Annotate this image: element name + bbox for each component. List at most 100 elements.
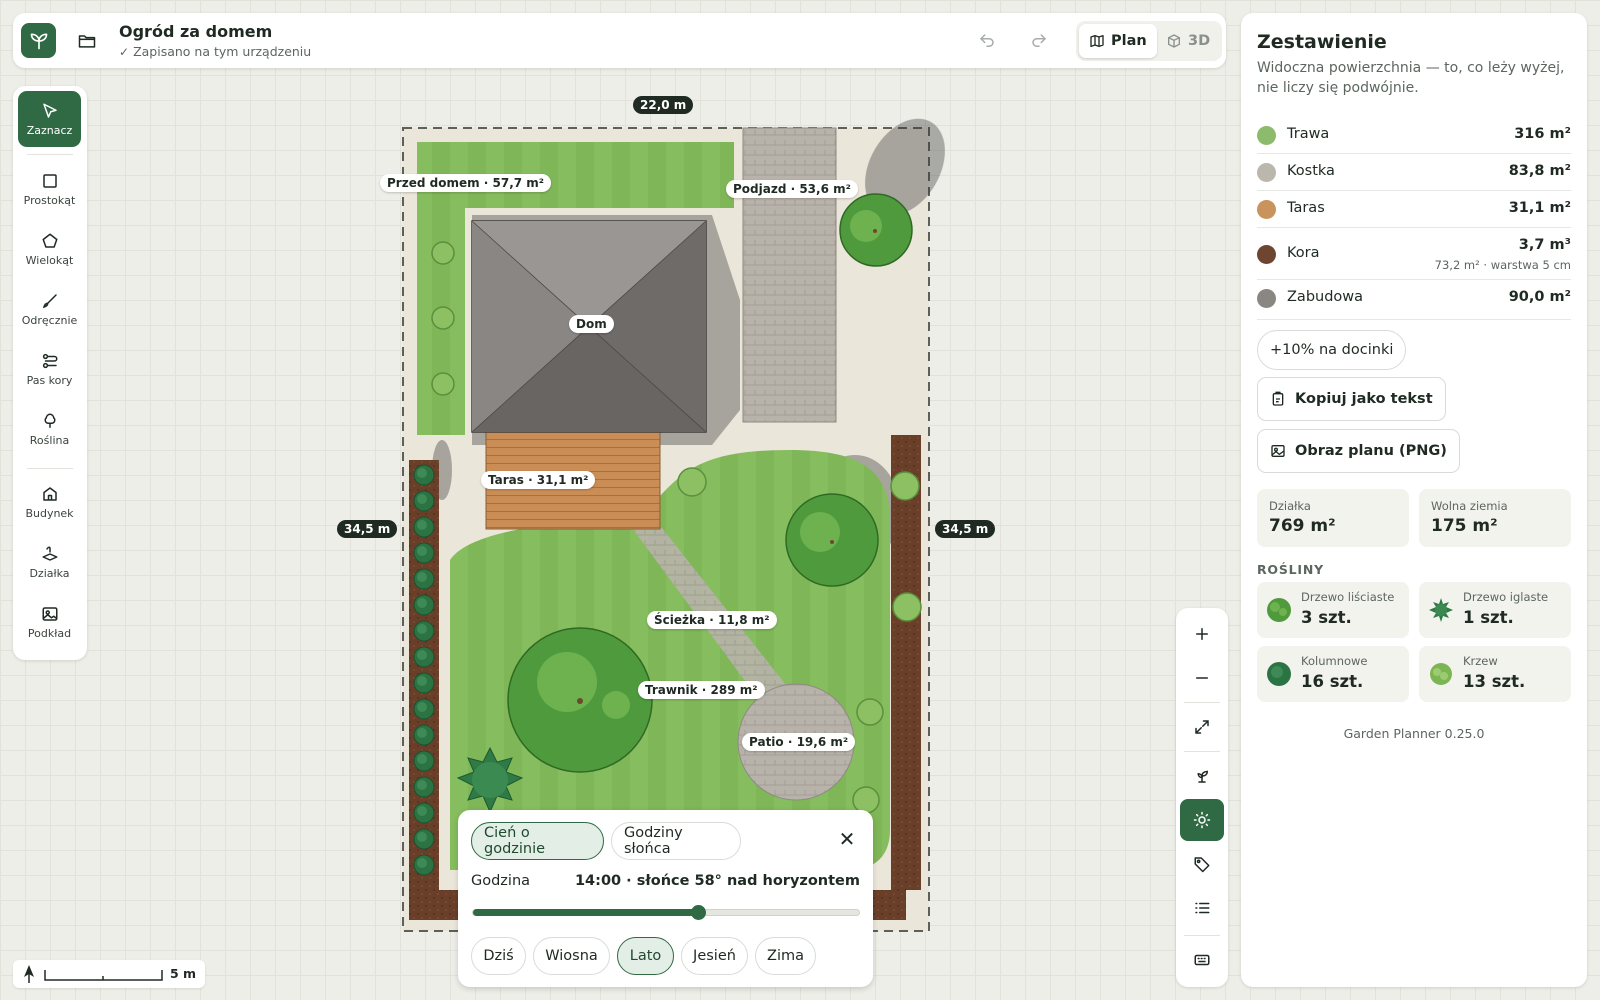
brush-icon: [42, 293, 57, 308]
sun-shadow-button[interactable]: [1180, 799, 1224, 841]
stat-free-soil: Wolna ziemia 175 m²: [1419, 489, 1571, 547]
fit-view-button[interactable]: [1180, 706, 1224, 748]
plant-growth-button[interactable]: [1180, 755, 1224, 797]
redo-button[interactable]: [1023, 25, 1055, 57]
columnar-tree-highlight: [417, 546, 427, 556]
deciduous-tree[interactable]: [839, 193, 913, 267]
cube-icon: [1168, 34, 1180, 48]
zoom-in-button[interactable]: [1180, 613, 1224, 655]
zoom-out-button[interactable]: [1180, 657, 1224, 699]
driveway[interactable]: [742, 127, 837, 423]
columnar-tree-highlight: [417, 598, 427, 608]
image-icon: [42, 606, 57, 621]
preset-summer[interactable]: Lato: [617, 937, 674, 975]
redo-icon: [1032, 34, 1047, 47]
tool-label: Pas kory: [26, 373, 73, 387]
material-row-terrace: Taras 31,1 m²: [1257, 191, 1571, 228]
label-house[interactable]: Dom: [569, 315, 614, 333]
hour-slider-thumb[interactable]: [691, 905, 707, 920]
tool-palette: Zaznacz Prostokąt Wielokąt Odręcznie Pas…: [13, 86, 87, 660]
shrub[interactable]: [431, 306, 455, 330]
material-name: Kostka: [1287, 163, 1335, 179]
label-patio[interactable]: Patio · 19,6 m²: [742, 733, 856, 751]
plant-count: 3 szt.: [1301, 608, 1352, 627]
clipboard-icon: [1272, 391, 1284, 406]
close-panel-button[interactable]: ✕: [832, 824, 862, 854]
layers-list-button[interactable]: [1180, 887, 1224, 929]
label-front-lawn[interactable]: Przed domem · 57,7 m²: [380, 174, 552, 192]
sun-shadow-panel: Cień o godzinie Godziny słońca ✕ Godzina…: [458, 810, 873, 987]
shrub[interactable]: [431, 372, 455, 396]
preset-winter[interactable]: Zima: [755, 937, 816, 975]
plants-heading: ROŚLINY: [1257, 562, 1324, 577]
preset-today[interactable]: Dziś: [471, 937, 526, 975]
close-icon: ✕: [838, 827, 856, 851]
plus-icon: [1196, 628, 1208, 640]
preset-autumn[interactable]: Jesień: [681, 937, 748, 975]
plant-card-shrub: Krzew 13 szt.: [1419, 646, 1571, 702]
material-name: Zabudowa: [1287, 289, 1364, 305]
preset-spring[interactable]: Wiosna: [533, 937, 610, 975]
tool-plot[interactable]: Działka: [18, 534, 81, 590]
plant-label: Krzew: [1463, 654, 1498, 668]
dimension-left: 34,5 m: [337, 520, 398, 538]
view-plan-button[interactable]: Plan: [1079, 24, 1157, 58]
summary-title: Zestawienie: [1257, 31, 1387, 53]
tree-icon: [44, 413, 55, 428]
project-title[interactable]: Ogród za domem: [119, 22, 272, 41]
path-icon: [42, 353, 57, 368]
tool-polygon[interactable]: Wielokąt: [18, 221, 81, 277]
tool-select[interactable]: Zaznacz: [18, 91, 81, 147]
material-name: Trawa: [1287, 126, 1330, 142]
summary-sidebar: Zestawienie Widoczna powierzchnia — to, …: [1241, 13, 1587, 987]
shrub[interactable]: [431, 241, 455, 265]
columnar-tree-highlight: [417, 780, 427, 790]
hour-label: Godzina: [471, 873, 531, 889]
label-driveway[interactable]: Podjazd · 53,6 m²: [726, 180, 858, 198]
material-note: 73,2 m² · warstwa 5 cm: [1434, 258, 1571, 272]
deciduous-tree[interactable]: [785, 493, 879, 587]
shrub[interactable]: [677, 467, 707, 497]
deciduous-tree[interactable]: [507, 627, 653, 773]
tool-plant[interactable]: Roślina: [18, 401, 81, 457]
expand-icon: [1195, 720, 1209, 734]
columnar-tree-highlight: [417, 806, 427, 816]
label-path[interactable]: Ścieżka · 11,8 m²: [647, 611, 777, 629]
label-terrace[interactable]: Taras · 31,1 m²: [481, 471, 596, 489]
tool-rectangle[interactable]: Prostokąt: [18, 161, 81, 217]
controls-divider: [1184, 751, 1220, 752]
tool-label: Roślina: [29, 433, 70, 447]
open-project-button[interactable]: [71, 25, 103, 57]
shrub[interactable]: [892, 592, 922, 622]
tool-underlay[interactable]: Podkład: [18, 594, 81, 650]
hour-value: 14:00 · słońce 58° nad horyzontem: [574, 873, 860, 889]
square-icon: [42, 173, 57, 188]
app-logo[interactable]: [21, 23, 56, 58]
labels-button[interactable]: [1180, 843, 1224, 885]
hour-slider[interactable]: [472, 905, 860, 920]
view-plan-label: Plan: [1111, 33, 1147, 49]
tool-label: Odręcznie: [21, 313, 78, 327]
tool-freehand[interactable]: Odręcznie: [18, 281, 81, 337]
waste-allowance-button[interactable]: +10% na docinki: [1257, 330, 1407, 370]
tool-building[interactable]: Budynek: [18, 474, 81, 530]
keyboard-shortcuts-button[interactable]: [1180, 939, 1224, 981]
shrub[interactable]: [890, 471, 920, 501]
stat-label: Działka: [1269, 499, 1311, 513]
material-row-paving: Kostka 83,8 m²: [1257, 154, 1571, 191]
copy-as-text-button[interactable]: Kopiuj jako tekst: [1257, 377, 1446, 421]
label-lawn[interactable]: Trawnik · 289 m²: [638, 681, 765, 699]
mode-shadow-at-hour[interactable]: Cień o godzinie: [471, 822, 604, 860]
material-name: Taras: [1287, 200, 1325, 216]
plant-label: Drzewo liściaste: [1301, 590, 1395, 604]
undo-button[interactable]: [971, 25, 1003, 57]
view-3d-button[interactable]: 3D: [1156, 24, 1220, 58]
controls-divider: [1184, 935, 1220, 936]
export-png-button[interactable]: Obraz planu (PNG): [1257, 429, 1460, 473]
toolbar-divider: [27, 154, 73, 155]
shrub[interactable]: [856, 698, 884, 726]
mode-sun-hours[interactable]: Godziny słońca: [611, 822, 741, 860]
bark-strip-right[interactable]: [891, 435, 921, 890]
tool-bark-strip[interactable]: Pas kory: [18, 341, 81, 397]
controls-divider: [1184, 702, 1220, 703]
